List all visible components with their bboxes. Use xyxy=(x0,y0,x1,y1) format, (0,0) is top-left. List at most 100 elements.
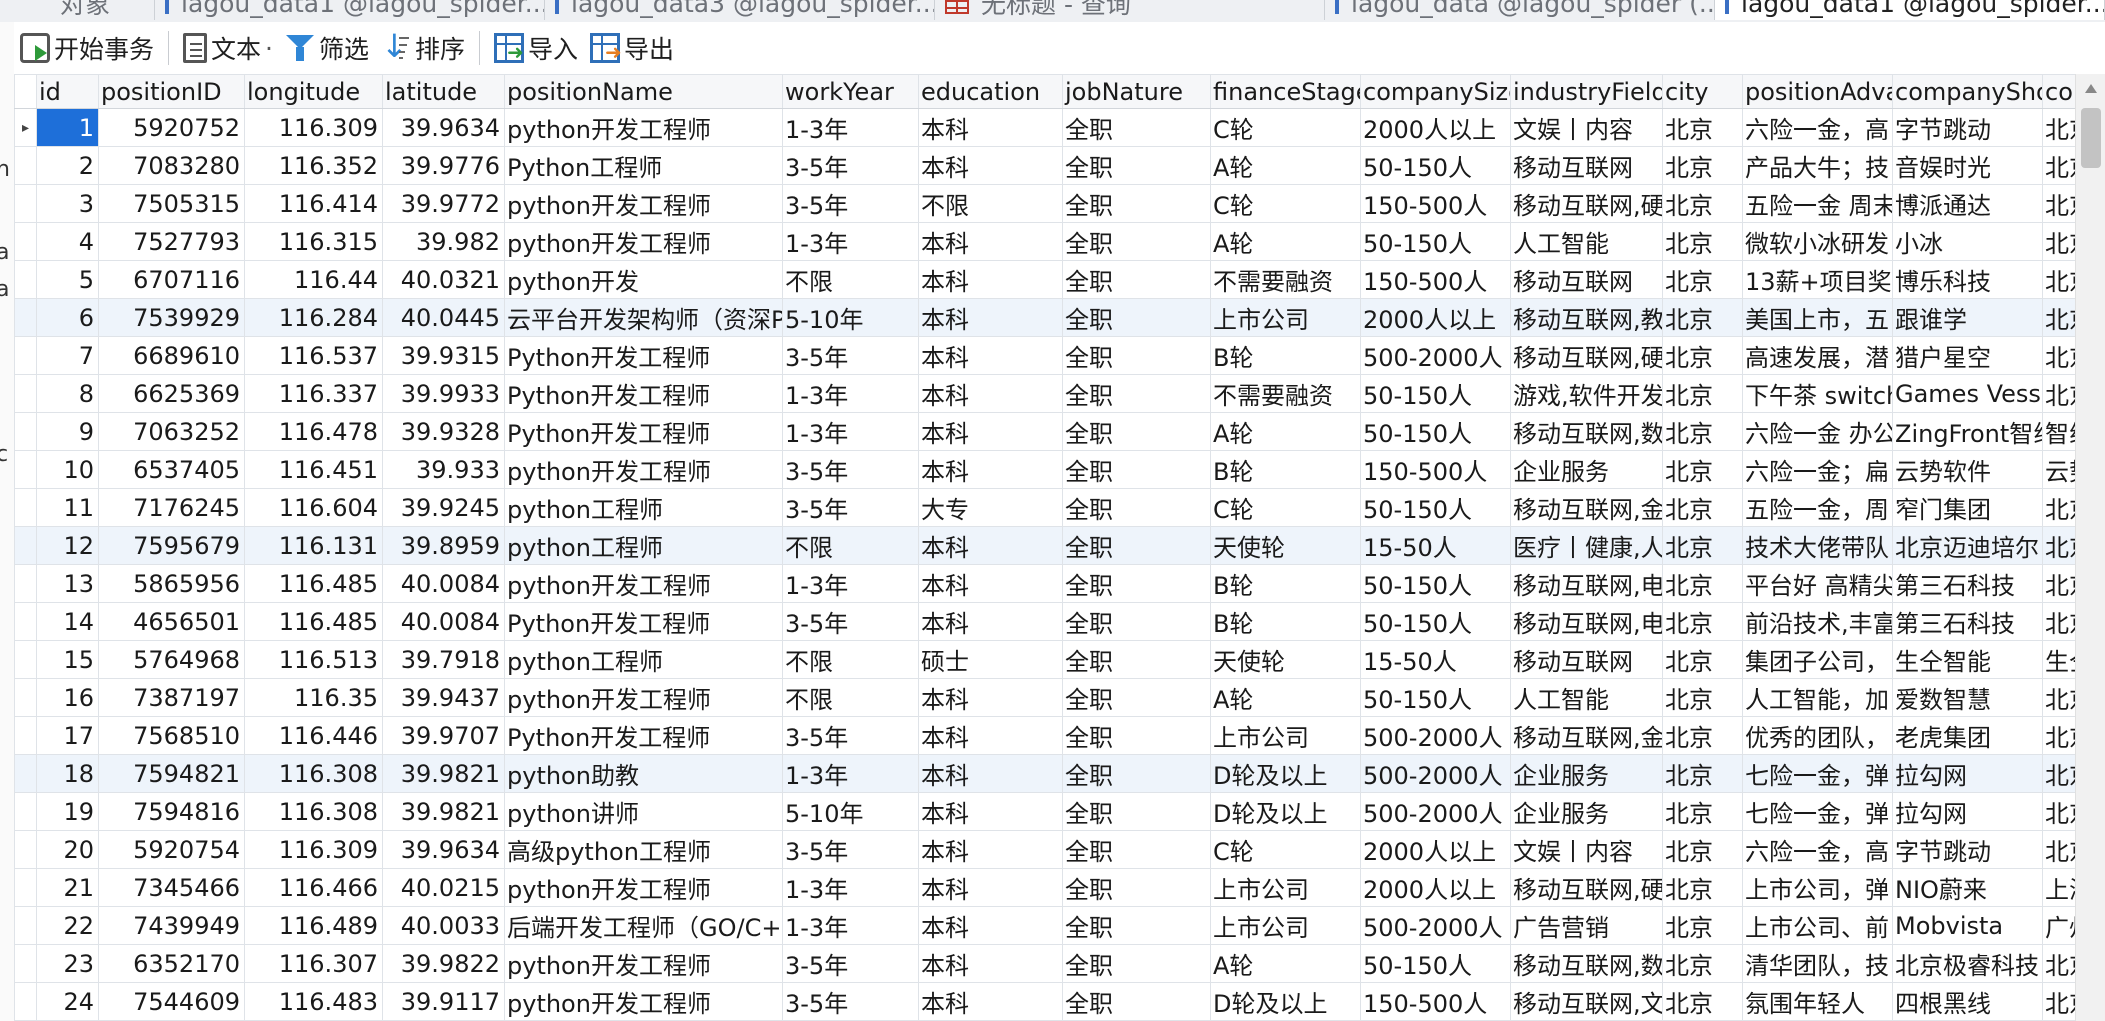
cell-longitude[interactable]: 116.489 xyxy=(244,906,383,945)
begin-transaction-button[interactable]: 开始事务 xyxy=(14,28,160,68)
cell-latitude[interactable]: 40.0084 xyxy=(382,564,505,603)
cell-positionID[interactable]: 7345466 xyxy=(98,868,245,907)
table-row[interactable]: 11 7176245 116.604 39.9245 python工程师 3-5年 大专 全职… xyxy=(14,488,2075,527)
table-row[interactable]: 21 7345466 116.466 40.0215 python开发工程师 1-3年 本科… xyxy=(14,868,2075,907)
cell-workYear[interactable]: 1-3年 xyxy=(782,564,919,603)
cell-positionAdvantage[interactable]: 六险一金；扁 xyxy=(1742,450,1893,489)
column-header-jobNature[interactable]: jobNature xyxy=(1062,74,1211,109)
cell-id[interactable]: 13 xyxy=(36,564,99,603)
cell-companyShortName[interactable]: 博派通达 xyxy=(1892,184,2043,223)
cell-id[interactable]: 14 xyxy=(36,602,99,641)
cell-city[interactable]: 北京 xyxy=(1662,906,1743,945)
table-row[interactable]: 17 7568510 116.446 39.9707 Python开发工程师 3-5年 本科… xyxy=(14,716,2075,755)
cell-city[interactable]: 北京 xyxy=(1662,450,1743,489)
cell-id[interactable]: 15 xyxy=(36,640,99,679)
cell-city[interactable]: 北京 xyxy=(1662,602,1743,641)
column-header-workYear[interactable]: workYear xyxy=(782,74,919,109)
row-marker[interactable] xyxy=(14,982,37,1021)
cell-companySize[interactable]: 15-50人 xyxy=(1360,640,1511,679)
cell-positionName[interactable]: python开发工程师 xyxy=(504,450,783,489)
column-header-financeStage[interactable]: financeStage xyxy=(1210,74,1361,109)
row-marker[interactable] xyxy=(14,830,37,869)
row-marker[interactable] xyxy=(14,716,37,755)
cell-id[interactable]: 4 xyxy=(36,222,99,261)
cell-companyShortName[interactable]: 老虎集团 xyxy=(1892,716,2043,755)
cell-jobNature[interactable]: 全职 xyxy=(1062,450,1211,489)
cell-companyShortName[interactable]: 博乐科技 xyxy=(1892,260,2043,299)
cell-id[interactable]: 17 xyxy=(36,716,99,755)
cell-jobNature[interactable]: 全职 xyxy=(1062,678,1211,717)
cell-financeStage[interactable]: D轮及以上 xyxy=(1210,754,1361,793)
row-marker[interactable] xyxy=(14,678,37,717)
cell-workYear[interactable]: 5-10年 xyxy=(782,792,919,831)
row-marker[interactable] xyxy=(14,640,37,679)
cell-workYear[interactable]: 3-5年 xyxy=(782,982,919,1021)
cell-financeStage[interactable]: 上市公司 xyxy=(1210,716,1361,755)
scroll-up-icon[interactable] xyxy=(2076,74,2105,104)
cell-education[interactable]: 硕士 xyxy=(918,640,1063,679)
cell-jobNature[interactable]: 全职 xyxy=(1062,830,1211,869)
cell-companyShortName[interactable]: 第三石科技 xyxy=(1892,602,2043,641)
cell-positionAdvantage[interactable]: 前沿技术,丰富 xyxy=(1742,602,1893,641)
cell-financeStage[interactable]: C轮 xyxy=(1210,184,1361,223)
cell-workYear[interactable]: 1-3年 xyxy=(782,374,919,413)
cell-financeStage[interactable]: 天使轮 xyxy=(1210,526,1361,565)
cell-jobNature[interactable]: 全职 xyxy=(1062,298,1211,337)
vertical-scrollbar[interactable] xyxy=(2075,74,2105,1021)
cell-industryField[interactable]: 移动互联网,金 xyxy=(1510,716,1663,755)
cell-jobNature[interactable]: 全职 xyxy=(1062,488,1211,527)
cell-jobNature[interactable]: 全职 xyxy=(1062,944,1211,983)
cell-positionID[interactable]: 5920752 xyxy=(98,108,245,147)
cell-city[interactable]: 北京 xyxy=(1662,564,1743,603)
cell-positionAdvantage[interactable]: 七险一金，弹 xyxy=(1742,754,1893,793)
cell-financeStage[interactable]: C轮 xyxy=(1210,488,1361,527)
cell-industryField[interactable]: 移动互联网,电 xyxy=(1510,564,1663,603)
cell-positionID[interactable]: 7544609 xyxy=(98,982,245,1021)
table-row[interactable]: 5 6707116 116.44 40.0321 python开发 不限 本科 全职 不需要融资… xyxy=(14,260,2075,299)
cell-positionAdvantage[interactable]: 下午茶 switch xyxy=(1742,374,1893,413)
cell-id[interactable]: 12 xyxy=(36,526,99,565)
cell-education[interactable]: 本科 xyxy=(918,716,1063,755)
cell-longitude[interactable]: 116.308 xyxy=(244,754,383,793)
cell-latitude[interactable]: 39.9821 xyxy=(382,792,505,831)
cell-positionID[interactable]: 7063252 xyxy=(98,412,245,451)
cell-education[interactable]: 本科 xyxy=(918,602,1063,641)
cell-positionAdvantage[interactable]: 微软小冰研发 xyxy=(1742,222,1893,261)
cell-positionAdvantage[interactable]: 七险一金，弹 xyxy=(1742,792,1893,831)
cell-education[interactable]: 本科 xyxy=(918,944,1063,983)
cell-latitude[interactable]: 39.7918 xyxy=(382,640,505,679)
cell-financeStage[interactable]: D轮及以上 xyxy=(1210,792,1361,831)
cell-positionName[interactable]: python开发工程师 xyxy=(504,184,783,223)
cell-companySize[interactable]: 50-150人 xyxy=(1360,602,1511,641)
cell-positionID[interactable]: 6707116 xyxy=(98,260,245,299)
cell-education[interactable]: 本科 xyxy=(918,906,1063,945)
cell-co[interactable]: 北京 xyxy=(2042,564,2075,603)
cell-companyShortName[interactable]: NIO蔚来 xyxy=(1892,868,2043,907)
cell-education[interactable]: 本科 xyxy=(918,678,1063,717)
cell-workYear[interactable]: 1-3年 xyxy=(782,412,919,451)
table-row[interactable]: 14 4656501 116.485 40.0084 Python开发工程师 3-5年 本科… xyxy=(14,602,2075,641)
cell-latitude[interactable]: 40.0321 xyxy=(382,260,505,299)
cell-longitude[interactable]: 116.131 xyxy=(244,526,383,565)
cell-longitude[interactable]: 116.604 xyxy=(244,488,383,527)
cell-education[interactable]: 大专 xyxy=(918,488,1063,527)
cell-id[interactable]: 21 xyxy=(36,868,99,907)
cell-id[interactable]: 24 xyxy=(36,982,99,1021)
cell-latitude[interactable]: 39.982 xyxy=(382,222,505,261)
cell-positionName[interactable]: python工程师 xyxy=(504,526,783,565)
cell-latitude[interactable]: 39.9634 xyxy=(382,108,505,147)
cell-financeStage[interactable]: 上市公司 xyxy=(1210,868,1361,907)
cell-id[interactable]: 10 xyxy=(36,450,99,489)
table-row[interactable]: 20 5920754 116.309 39.9634 高级python工程师 3-5年 本科… xyxy=(14,830,2075,869)
cell-co[interactable]: 智线 xyxy=(2042,412,2075,451)
cell-jobNature[interactable]: 全职 xyxy=(1062,792,1211,831)
cell-longitude[interactable]: 116.485 xyxy=(244,602,383,641)
cell-id[interactable]: 7 xyxy=(36,336,99,375)
cell-latitude[interactable]: 39.9821 xyxy=(382,754,505,793)
cell-positionID[interactable]: 7439949 xyxy=(98,906,245,945)
cell-id[interactable]: 16 xyxy=(36,678,99,717)
cell-positionAdvantage[interactable]: 平台好 高精尖 xyxy=(1742,564,1893,603)
cell-industryField[interactable]: 医疗丨健康,人 xyxy=(1510,526,1663,565)
cell-companySize[interactable]: 2000人以上 xyxy=(1360,108,1511,147)
cell-co[interactable]: 北京 xyxy=(2042,146,2075,185)
